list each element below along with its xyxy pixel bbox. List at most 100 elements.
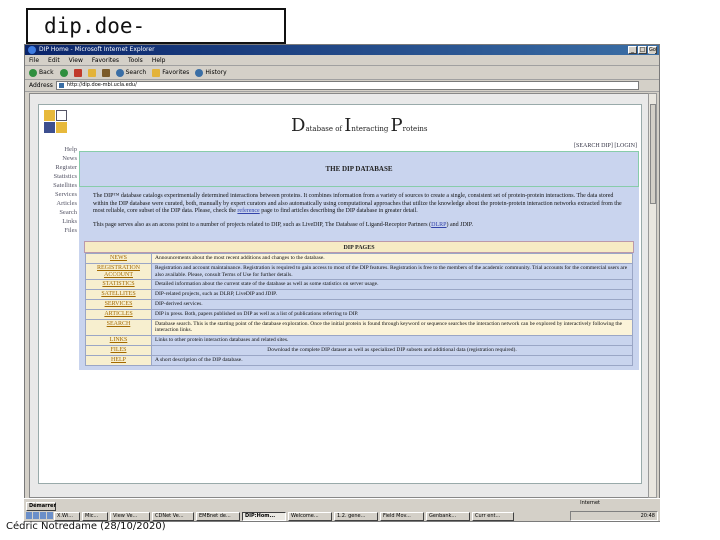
system-tray: 20:48 — [570, 511, 658, 521]
vertical-scrollbar[interactable] — [648, 93, 657, 498]
stop-icon — [73, 68, 82, 77]
page-desc: DIP-derived services. — [151, 298, 633, 310]
intro-text: The DIP™ database catalogs experimentall… — [79, 187, 639, 241]
sidenav-register[interactable]: Register — [41, 163, 77, 172]
quick-launch — [26, 512, 53, 519]
scrollbar-thumb[interactable] — [650, 104, 656, 204]
page-link-search[interactable]: SEARCH — [85, 318, 152, 337]
menu-bar: File Edit View Favorites Tools Help — [25, 55, 659, 66]
refresh-button[interactable] — [87, 68, 96, 77]
page-desc: Download the complete DIP dataset as wel… — [151, 344, 633, 356]
slide-footer: Cédric Notredame (28/10/2020) — [6, 521, 166, 532]
menu-help[interactable]: Help — [152, 55, 166, 65]
taskbar: Internet Démarrer X.Wi... Mic... View Ve… — [24, 498, 660, 521]
page-link-services[interactable]: SERVICES — [85, 298, 152, 310]
taskbar-button-active[interactable]: DIP:Hom... — [242, 512, 286, 521]
back-button[interactable]: Back — [29, 68, 54, 77]
page-desc: DIP-related projects, such as DLRP, Live… — [151, 289, 633, 300]
page-link-news[interactable]: NEWS — [85, 253, 152, 264]
quicklaunch-icon[interactable] — [47, 512, 53, 519]
menu-view[interactable]: View — [69, 55, 83, 65]
sidenav-help[interactable]: Help — [41, 145, 77, 154]
table-row: SERVICES DIP-derived services. — [85, 298, 633, 310]
intro-paragraph-2: This page serves also as an access point… — [93, 221, 473, 228]
header-links[interactable]: [SEARCH DIP] [LOGIN] — [574, 143, 637, 149]
minimize-button[interactable]: _ — [628, 46, 637, 54]
menu-file[interactable]: File — [29, 55, 39, 65]
sidenav-files[interactable]: Files — [41, 226, 77, 235]
page-desc: DIP in press. Both, papers published on … — [151, 308, 633, 320]
taskbar-button[interactable]: 1.2. gene... — [334, 512, 378, 521]
back-arrow-icon — [29, 68, 37, 77]
page-link-help[interactable]: HELP — [85, 354, 152, 366]
page-link-links[interactable]: LINKS — [85, 335, 152, 346]
status-zone: Internet — [580, 500, 600, 506]
table-row: SATELLITES DIP-related projects, such as … — [85, 289, 633, 300]
main-content: THE DIP DATABASE The DIP™ database catal… — [79, 151, 639, 370]
refresh-icon — [87, 68, 96, 77]
slide-title: dip.doe-mbi.ucla.edu — [26, 8, 286, 70]
taskbar-button[interactable]: Welcome... — [288, 512, 332, 521]
sidenav-links[interactable]: Links — [41, 217, 77, 226]
intro-paragraph-1: The DIP™ database catalogs experimentall… — [93, 193, 622, 214]
page-desc: Database search. This is the starting po… — [151, 318, 633, 337]
sidenav-services[interactable]: Services — [41, 190, 77, 199]
address-bar: Address http://dip.doe-mbi.ucla.edu/ Go — [25, 47, 659, 92]
table-row: ARTICLES DIP in press. Both, papers publi… — [85, 308, 633, 320]
menu-edit[interactable]: Edit — [48, 55, 60, 65]
page-link-articles[interactable]: ARTICLES — [85, 308, 152, 320]
page-link-files[interactable]: FILES — [85, 344, 152, 356]
sidenav-satellites[interactable]: Satellites — [41, 181, 77, 190]
taskbar-button[interactable]: X.Wi... — [54, 512, 80, 521]
address-input[interactable]: http://dip.doe-mbi.ucla.edu/ — [55, 81, 639, 90]
taskbar-button[interactable]: Curr ent... — [472, 512, 514, 521]
start-button[interactable]: Démarrer — [26, 502, 56, 511]
taskbar-button[interactable]: View Ve... — [110, 512, 150, 521]
maximize-button[interactable]: □ — [638, 46, 647, 54]
quicklaunch-icon[interactable] — [26, 512, 32, 519]
go-button[interactable]: Go — [649, 47, 656, 54]
page-link-statistics[interactable]: STATISTICS — [85, 279, 152, 291]
quicklaunch-icon[interactable] — [40, 512, 46, 519]
stop-button[interactable] — [73, 68, 82, 77]
taskbar-button[interactable]: Field Mov... — [380, 512, 424, 521]
sidenav-news[interactable]: News — [41, 154, 77, 163]
page-desc: Links to other protein interaction datab… — [151, 335, 633, 346]
table-row: FILES Download the complete DIP dataset a… — [85, 344, 633, 356]
table-row: HELP A short description of the DIP datab… — [85, 354, 633, 366]
browser-viewport: Database of Interacting Proteins [SEARCH… — [29, 93, 649, 498]
dip-pages-heading: DIP PAGES — [84, 241, 634, 253]
address-label: Address — [29, 82, 53, 89]
page-link-satellites[interactable]: SATELLITES — [85, 289, 152, 300]
sidenav-statistics[interactable]: Statistics — [41, 172, 77, 181]
table-row: LINKS Links to other protein interaction … — [85, 335, 633, 346]
forward-button[interactable] — [59, 68, 68, 77]
taskbar-button[interactable]: Genbank... — [426, 512, 470, 521]
history-icon — [195, 68, 204, 77]
reference-link[interactable]: reference — [237, 208, 259, 214]
browser-window: DIP Home - Microsoft Internet Explorer _… — [24, 44, 660, 522]
menu-favorites[interactable]: Favorites — [92, 55, 119, 65]
sidenav-search[interactable]: Search — [41, 208, 77, 217]
home-button[interactable] — [101, 68, 110, 77]
side-navigation: Help News Register Statistics Satellites… — [41, 145, 77, 235]
quicklaunch-icon[interactable] — [33, 512, 39, 519]
taskbar-button[interactable]: Mic... — [82, 512, 108, 521]
page-desc: Announcements about the most recent addi… — [151, 253, 633, 264]
search-button[interactable]: Search — [115, 68, 146, 77]
taskbar-button[interactable]: CDNet Ve... — [152, 512, 194, 521]
window-titlebar: DIP Home - Microsoft Internet Explorer _… — [25, 45, 659, 55]
dip-pages-table: NEWS Announcements about the most recent … — [85, 253, 633, 366]
sidenav-articles[interactable]: Articles — [41, 199, 77, 208]
search-icon — [115, 68, 124, 77]
taskbar-button[interactable]: EMBnet de... — [196, 512, 240, 521]
dlrp-link[interactable]: DLRP — [431, 222, 446, 228]
history-button[interactable]: History — [195, 68, 227, 77]
menu-tools[interactable]: Tools — [128, 55, 143, 65]
page-desc: Registration and account maintainance. R… — [151, 262, 633, 281]
home-icon — [101, 68, 110, 77]
favorites-button[interactable]: Favorites — [152, 68, 189, 77]
page-link-registration[interactable]: REGISTRATION ACCOUNT — [85, 262, 152, 281]
table-row: SEARCH Database search. This is the start… — [85, 318, 633, 337]
ie-icon — [28, 46, 36, 54]
